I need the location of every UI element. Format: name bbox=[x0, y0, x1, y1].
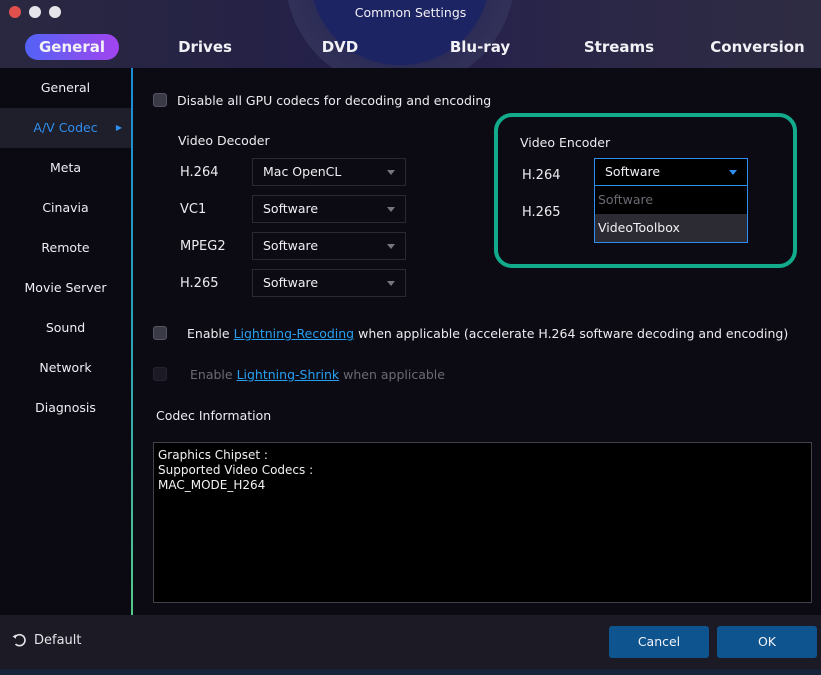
disable-gpu-checkbox[interactable] bbox=[153, 93, 167, 107]
sidebar-item-diagnosis[interactable]: Diagnosis bbox=[0, 388, 131, 428]
sidebar-item-meta[interactable]: Meta bbox=[0, 148, 131, 188]
tab-drives[interactable]: Drives bbox=[160, 34, 250, 60]
disable-gpu-label: Disable all GPU codecs for decoding and … bbox=[177, 93, 492, 108]
encoder-h265-label: H.265 bbox=[522, 205, 561, 220]
lightning-shrink-label: Enable Lightning-Shrink when applicable bbox=[190, 367, 445, 382]
av-codec-panel: Disable all GPU codecs for decoding and … bbox=[133, 68, 821, 615]
codec-information-title: Codec Information bbox=[156, 408, 272, 423]
codec-info-line: Supported Video Codecs : bbox=[158, 463, 314, 477]
default-label: Default bbox=[34, 632, 82, 648]
dropdown-option-software[interactable]: Software bbox=[595, 186, 747, 214]
select-value: Mac OpenCL bbox=[263, 164, 342, 179]
dropdown-arrow-icon bbox=[387, 244, 395, 249]
caret-right-icon: ▶ bbox=[115, 123, 122, 132]
decoder-h264-label: H.264 bbox=[180, 165, 219, 180]
label-suffix: when applicable (accelerate H.264 softwa… bbox=[354, 326, 789, 341]
window-bottom-edge bbox=[0, 669, 821, 675]
default-button[interactable]: Default bbox=[11, 632, 82, 648]
encoder-h264-dropdown-menu: Software VideoToolbox bbox=[594, 186, 748, 243]
dropdown-arrow-icon bbox=[387, 207, 395, 212]
title-bar: Common Settings General Drives DVD Blu-r… bbox=[0, 0, 821, 68]
tab-dvd[interactable]: DVD bbox=[305, 34, 375, 60]
lightning-recoding-link[interactable]: Lightning-Recoding bbox=[234, 326, 355, 341]
dropdown-arrow-icon bbox=[387, 281, 395, 286]
lightning-recoding-label: Enable Lightning-Recoding when applicabl… bbox=[187, 326, 788, 341]
encoder-h264-select[interactable]: Software bbox=[594, 158, 748, 186]
sidebar-item-cinavia[interactable]: Cinavia bbox=[0, 188, 131, 228]
video-encoder-title: Video Encoder bbox=[520, 135, 611, 150]
codec-info-line: MAC_MODE_H264 bbox=[158, 478, 266, 492]
decoder-mpeg2-select[interactable]: Software bbox=[252, 232, 406, 260]
sidebar-item-av-codec[interactable]: A/V Codec ▶ bbox=[0, 108, 131, 148]
dropdown-option-videotoolbox[interactable]: VideoToolbox bbox=[595, 214, 747, 242]
codec-information-box: Graphics Chipset : Supported Video Codec… bbox=[153, 442, 812, 603]
decoder-vc1-select[interactable]: Software bbox=[252, 195, 406, 223]
video-encoder-highlight: Video Encoder H.264 H.265 Software Softw… bbox=[494, 113, 797, 268]
select-value: Software bbox=[605, 164, 661, 179]
select-value: Software bbox=[263, 201, 319, 216]
lightning-recoding-checkbox[interactable] bbox=[153, 326, 167, 340]
decoder-h265-select[interactable]: Software bbox=[252, 269, 406, 297]
sidebar-item-sound[interactable]: Sound bbox=[0, 308, 131, 348]
dropdown-arrow-icon bbox=[729, 170, 737, 175]
cancel-button[interactable]: Cancel bbox=[609, 626, 709, 658]
tab-general[interactable]: General bbox=[25, 34, 119, 60]
decoder-h264-select[interactable]: Mac OpenCL bbox=[252, 158, 406, 186]
encoder-h264-label: H.264 bbox=[522, 168, 561, 183]
reset-icon bbox=[12, 633, 26, 647]
label-prefix: Enable bbox=[187, 326, 234, 341]
codec-info-line: Graphics Chipset : bbox=[158, 448, 268, 462]
label-suffix: when applicable bbox=[339, 367, 445, 382]
sidebar-item-network[interactable]: Network bbox=[0, 348, 131, 388]
decoder-mpeg2-label: MPEG2 bbox=[180, 239, 226, 254]
lightning-shrink-checkbox[interactable] bbox=[153, 367, 167, 381]
video-decoder-title: Video Decoder bbox=[178, 133, 270, 148]
sidebar-item-remote[interactable]: Remote bbox=[0, 228, 131, 268]
sidebar-item-general[interactable]: General bbox=[0, 68, 131, 108]
tab-conversion[interactable]: Conversion bbox=[705, 34, 810, 60]
sidebar-item-movie-server[interactable]: Movie Server bbox=[0, 268, 131, 308]
sidebar: General A/V Codec ▶ Meta Cinavia Remote … bbox=[0, 68, 131, 615]
select-value: Software bbox=[263, 275, 319, 290]
lightning-shrink-link[interactable]: Lightning-Shrink bbox=[237, 367, 340, 382]
decoder-vc1-label: VC1 bbox=[180, 202, 207, 217]
label-prefix: Enable bbox=[190, 367, 237, 382]
sidebar-item-label: A/V Codec bbox=[33, 120, 98, 135]
select-value: Software bbox=[263, 238, 319, 253]
dropdown-arrow-icon bbox=[387, 170, 395, 175]
tab-blu-ray[interactable]: Blu-ray bbox=[440, 34, 520, 60]
window-title: Common Settings bbox=[354, 5, 467, 20]
top-tabs: General Drives DVD Blu-ray Streams Conve… bbox=[0, 34, 821, 62]
ok-button[interactable]: OK bbox=[717, 626, 817, 658]
footer-bar: Default Cancel OK bbox=[0, 615, 821, 669]
decoder-h265-label: H.265 bbox=[180, 276, 219, 291]
tab-streams[interactable]: Streams bbox=[574, 34, 664, 60]
